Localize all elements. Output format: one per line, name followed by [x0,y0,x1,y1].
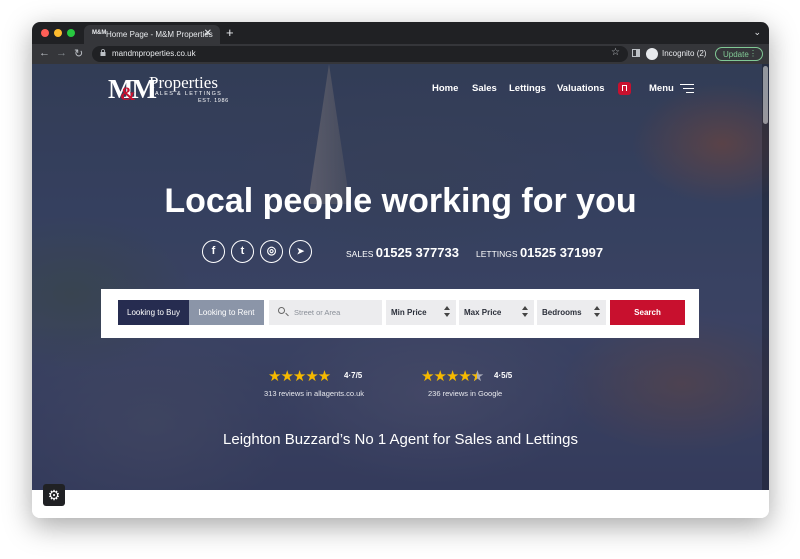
min-price-label: Min Price [391,308,427,317]
sort-down-icon [444,313,450,317]
sort-down-icon [594,313,600,317]
new-tab-button[interactable]: + [226,25,234,40]
tab-looking-to-rent[interactable]: Looking to Rent [189,300,264,325]
lock-icon [100,49,106,56]
logo-ampersand: & [120,84,136,105]
google-score: 4·5/5 [494,371,513,380]
telegram-icon[interactable]: ➤ [289,240,312,263]
logo-properties: Properties [149,73,218,92]
url-text: mandmproperties.co.uk [112,49,196,58]
max-price-select[interactable]: Max Price [459,300,534,325]
logo-subtitle: SALES & LETTINGS [150,91,223,97]
update-button[interactable]: Update ⋮ [715,47,763,61]
lettings-number[interactable]: 01525 371997 [520,245,603,260]
incognito-icon[interactable] [646,48,658,60]
browser-window: M&M Home Page - M&M Properties ✕ + ⌄ ← →… [32,22,769,518]
bedrooms-label: Bedrooms [542,308,582,317]
location-input[interactable]: Street or Area [269,300,382,325]
bookmark-star-icon[interactable]: ☆ [611,47,620,58]
more-menu-icon[interactable]: ⋮ [749,49,757,58]
twitter-icon[interactable]: t [231,240,254,263]
nav-sales[interactable]: Sales [472,83,497,94]
tab-title: Home Page - M&M Properties [106,30,213,39]
hero-tagline: Leighton Buzzard’s No 1 Agent for Sales … [223,431,578,448]
maximize-window-button[interactable] [67,29,75,37]
max-price-label: Max Price [464,308,502,317]
nav-valuations[interactable]: Valuations [557,83,605,94]
sales-phone[interactable]: SALES 01525 377733 [346,245,459,260]
sort-up-icon [444,306,450,310]
toolbar: ← → ↻ mandmproperties.co.uk ☆ Incognito … [32,44,769,64]
incognito-label[interactable]: Incognito (2) [662,49,706,58]
hero-headline: Local people working for you [164,182,637,220]
sales-number[interactable]: 01525 377733 [376,245,459,260]
nav-lettings[interactable]: Lettings [509,83,546,94]
lettings-label: LETTINGS [476,249,518,259]
allagents-score: 4·7/5 [344,371,363,380]
google-reviews[interactable]: 236 reviews in Google [428,389,502,398]
facebook-icon[interactable]: f [202,240,225,263]
web-page: MM & Properties SALES & LETTINGS EST. 19… [32,64,769,518]
lettings-phone[interactable]: LETTINGS 01525 371997 [476,245,603,260]
side-panel-icon[interactable] [632,49,640,57]
address-bar[interactable]: mandmproperties.co.uk ☆ [92,46,628,62]
minimize-window-button[interactable] [54,29,62,37]
property-search-panel: Looking to Buy Looking to Rent Street or… [101,289,699,338]
close-tab-icon[interactable]: ✕ [204,28,212,39]
update-label: Update [723,50,749,59]
location-placeholder: Street or Area [294,308,341,317]
instagram-icon[interactable]: ◎ [260,240,283,263]
scrollbar-thumb[interactable] [763,66,768,124]
back-button[interactable]: ← [39,47,50,59]
reload-button[interactable]: ↻ [74,47,83,60]
allagents-stars-icon: ★★★★★ [268,368,331,385]
min-price-select[interactable]: Min Price [386,300,456,325]
allagents-reviews[interactable]: 313 reviews in allagents.co.uk [264,389,364,398]
sales-label: SALES [346,249,374,259]
sort-up-icon [522,306,528,310]
hero-section: MM & Properties SALES & LETTINGS EST. 19… [32,64,769,490]
cookie-settings-gear-icon[interactable]: ⚙ [43,484,65,506]
favourites-bookmark-icon[interactable] [618,82,631,95]
google-stars-icon: ★★★★★ [421,367,484,385]
tab-strip: M&M Home Page - M&M Properties ✕ + ⌄ [32,22,769,44]
bedrooms-select[interactable]: Bedrooms [537,300,606,325]
scrollbar[interactable] [762,64,769,490]
forward-button[interactable]: → [56,47,67,59]
search-button[interactable]: Search [610,300,685,325]
close-window-button[interactable] [41,29,49,37]
tab-looking-to-buy[interactable]: Looking to Buy [118,300,189,325]
search-icon [278,307,285,314]
browser-tab[interactable]: M&M Home Page - M&M Properties ✕ [84,25,220,44]
content-start [32,490,769,518]
menu-button[interactable]: Menu [649,83,674,94]
tab-search-chevron-icon[interactable]: ⌄ [753,27,761,38]
sort-down-icon [522,313,528,317]
nav-home[interactable]: Home [432,83,458,94]
hamburger-icon[interactable] [680,84,694,94]
logo-established: EST. 1986 [198,98,229,104]
sort-up-icon [594,306,600,310]
favicon: M&M [92,30,107,36]
